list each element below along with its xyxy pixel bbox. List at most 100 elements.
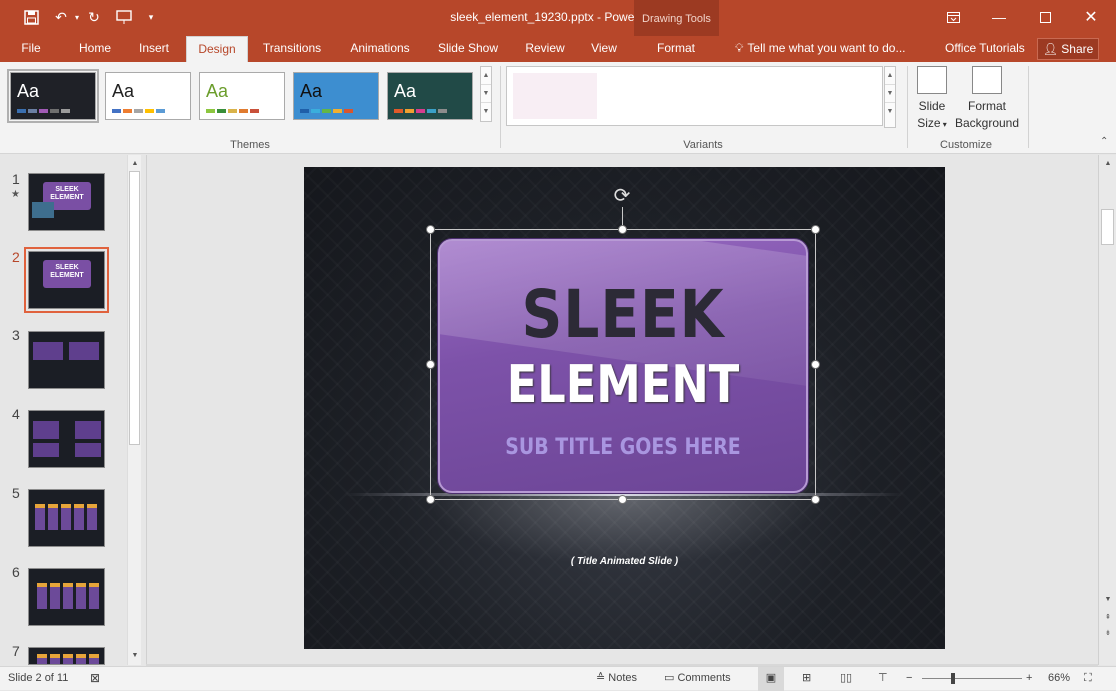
variants-more-icon[interactable]: ▼ (885, 103, 895, 121)
slide-thumbnail-2[interactable]: SLEEK ELEMENT (24, 247, 109, 313)
scroll-up-icon[interactable]: ▲ (128, 157, 142, 171)
resize-handle-w[interactable] (426, 360, 435, 369)
editor-scrollbar[interactable]: ▲ ▼ ⇞ ⇟ (1098, 155, 1116, 665)
theme-color-bars (394, 109, 447, 113)
tab-home[interactable]: Home (70, 36, 120, 62)
slide-note-text[interactable]: ( Title Animated Slide ) (304, 556, 945, 567)
slide-thumbnail-7[interactable] (28, 647, 105, 665)
spell-check-icon[interactable]: ⊠ (90, 667, 100, 691)
tab-view[interactable]: View (584, 36, 624, 62)
slide-thumbnail-4[interactable] (28, 410, 105, 468)
variant-thumbnail[interactable] (513, 73, 597, 119)
variants-gallery-scroll[interactable]: ▲ ▼ ▼ (884, 66, 896, 128)
theme-color-bars (112, 109, 165, 113)
theme-sample-text: Aa (300, 81, 323, 101)
zoom-slider[interactable] (922, 678, 1022, 679)
slide-thumbnail-5[interactable] (28, 489, 105, 547)
ribbon-display-options-icon[interactable] (930, 5, 976, 29)
themes-gallery-scroll[interactable]: ▲ ▼ ▼ (480, 66, 492, 122)
resize-handle-n[interactable] (618, 225, 627, 234)
slide-show-icon[interactable]: ⊤ (878, 667, 888, 691)
gallery-down-icon[interactable]: ▼ (481, 85, 491, 103)
selection-box[interactable] (430, 229, 816, 500)
slide-thumbnail-1[interactable]: SLEEK ELEMENT (28, 173, 105, 231)
maximize-icon[interactable] (1022, 5, 1068, 29)
office-tutorials-link[interactable]: Office Tutorials (945, 36, 1025, 62)
scrollbar-thumb[interactable] (1101, 209, 1114, 245)
person-icon: 👤︎ (1042, 42, 1058, 56)
tell-me-search[interactable]: 💡︎ Tell me what you want to do... (735, 36, 906, 62)
scroll-down-icon[interactable]: ▼ (128, 649, 142, 663)
previous-slide-icon[interactable]: ⇞ (1101, 611, 1115, 625)
gallery-more-icon[interactable]: ▼ (481, 103, 491, 121)
normal-view-icon[interactable]: ▣ (758, 667, 784, 691)
resize-handle-s[interactable] (618, 495, 627, 504)
scroll-down-icon[interactable]: ▼ (1101, 593, 1115, 607)
resize-handle-sw[interactable] (426, 495, 435, 504)
slide-counter: Slide 2 of 11 (8, 672, 69, 684)
zoom-slider-thumb[interactable] (951, 673, 955, 684)
slide-number: 2 (12, 249, 20, 265)
tab-insert[interactable]: Insert (130, 36, 178, 62)
slide-thumbnail-3[interactable] (28, 331, 105, 389)
themes-group-label: Themes (230, 139, 270, 151)
slide-size-label-2: Size (917, 116, 941, 130)
tell-me-text: Tell me what you want to do... (747, 41, 906, 55)
zoom-level[interactable]: 66% (1048, 667, 1070, 691)
slide-thumbnail-pane: 1 ★ SLEEK ELEMENT 2 SLEEK ELEMENT 3 4 5 … (0, 155, 145, 665)
tab-review[interactable]: Review (516, 36, 574, 62)
scroll-up-icon[interactable]: ▲ (1101, 157, 1115, 171)
variants-down-icon[interactable]: ▼ (885, 85, 895, 103)
rotate-handle-icon[interactable]: ⟳ (610, 184, 634, 208)
zoom-in-icon[interactable]: + (1026, 667, 1032, 691)
tab-format[interactable]: Format (640, 36, 712, 62)
tab-design[interactable]: Design (186, 36, 248, 62)
theme-thumbnail-1[interactable]: Aa (7, 69, 99, 123)
thumbnail-panel (33, 443, 59, 457)
thumbnail-title: SLEEK ELEMENT (50, 186, 84, 201)
comments-label: Comments (677, 672, 731, 684)
resize-handle-e[interactable] (811, 360, 820, 369)
theme-thumbnail-5[interactable]: Aa (387, 72, 473, 120)
tab-transitions[interactable]: Transitions (256, 36, 328, 62)
close-icon[interactable]: ✕ (1068, 5, 1114, 29)
slide-size-button[interactable]: Slide Size ▾ (912, 66, 952, 133)
resize-handle-ne[interactable] (811, 225, 820, 234)
thumbnail-panel (33, 342, 63, 360)
group-separator (500, 66, 501, 148)
ribbon-design: Aa Aa Aa Aa Aa ▲ ▼ ▼ Themes ▲ ▼ ▼ Variants Slide… (0, 62, 1116, 154)
zoom-out-icon[interactable]: − (906, 667, 912, 691)
minimize-icon[interactable]: — (976, 5, 1022, 29)
resize-handle-se[interactable] (811, 495, 820, 504)
theme-color-bars (17, 109, 70, 113)
slide-sorter-icon[interactable]: ⊞ (802, 667, 811, 691)
thumbnail-panel (75, 421, 101, 439)
format-background-button[interactable]: Format Background (954, 66, 1020, 132)
collapse-ribbon-icon[interactable]: ⌃ (1100, 136, 1108, 147)
scrollbar-thumb[interactable] (129, 171, 140, 445)
share-button[interactable]: 👤︎ Share (1037, 38, 1099, 60)
tab-slide-show[interactable]: Slide Show (432, 36, 504, 62)
reading-view-icon[interactable]: ▯▯ (840, 667, 852, 691)
thumbnail-pane-scrollbar[interactable]: ▲ ▼ (127, 155, 141, 665)
dropdown-arrow-icon: ▾ (940, 120, 947, 129)
slide-size-label: Slide (918, 99, 946, 113)
thumbnail-panel (69, 342, 99, 360)
slide-thumbnail-6[interactable] (28, 568, 105, 626)
next-slide-icon[interactable]: ⇟ (1101, 627, 1115, 641)
gallery-up-icon[interactable]: ▲ (481, 67, 491, 85)
fit-slide-icon[interactable]: ⛶ (1084, 667, 1092, 691)
variants-up-icon[interactable]: ▲ (885, 67, 895, 85)
lightbulb-icon: 💡︎ (735, 41, 744, 55)
tab-file[interactable]: File (10, 36, 52, 62)
theme-thumbnail-4[interactable]: Aa (293, 72, 379, 120)
tab-animations[interactable]: Animations (340, 36, 420, 62)
variants-group-label: Variants (683, 139, 723, 151)
thumbnail-panel (75, 443, 101, 457)
slide-canvas[interactable]: SLEEK ELEMENT SUB TITLE GOES HERE ⟳ ( Ti… (304, 167, 945, 649)
comments-button[interactable]: ▭ Comments (664, 667, 731, 691)
theme-thumbnail-2[interactable]: Aa (105, 72, 191, 120)
theme-thumbnail-3[interactable]: Aa (199, 72, 285, 120)
notes-button[interactable]: ≙ Notes (596, 667, 637, 691)
resize-handle-nw[interactable] (426, 225, 435, 234)
